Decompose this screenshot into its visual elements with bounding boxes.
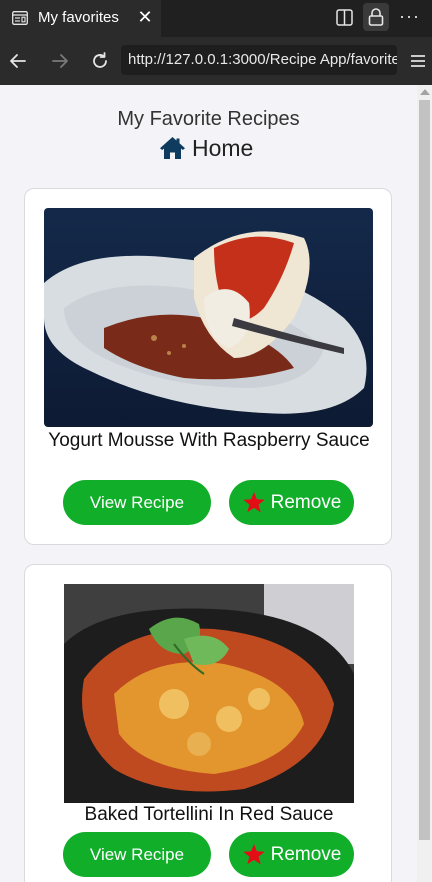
reload-icon[interactable] (90, 51, 110, 71)
recipe-card: Yogurt Mousse With Raspberry Sauce View … (24, 188, 392, 545)
recipe-title: Baked Tortellini In Red Sauce (84, 804, 334, 825)
remove-button[interactable]: Remove (229, 480, 354, 525)
star-icon (242, 844, 265, 865)
close-icon[interactable]: ✕ (136, 7, 154, 27)
browser-navigation-bar: http://127.0.0.1:3000/Recipe App/favorit… (0, 37, 432, 85)
lock-icon (368, 8, 384, 26)
page-content: My Favorite Recipes Home Yogurt Mousse W… (0, 85, 417, 882)
recipe-title: Yogurt Mousse With Raspberry Sauce (48, 430, 370, 451)
address-bar[interactable]: http://127.0.0.1:3000/Recipe App/favorit… (121, 45, 397, 75)
vertical-scrollbar[interactable] (417, 85, 432, 882)
remove-button[interactable]: Remove (229, 832, 354, 877)
star-icon (242, 492, 265, 513)
recipe-image (44, 208, 373, 427)
recipe-card: Baked Tortellini In Red Sauce View Recip… (24, 564, 392, 882)
back-arrow-icon[interactable] (8, 51, 28, 71)
browser-tab[interactable]: My favorites ✕ (0, 0, 161, 37)
remove-label: Remove (270, 491, 342, 513)
forward-arrow-icon[interactable] (50, 51, 70, 71)
remove-label: Remove (270, 843, 342, 865)
menu-icon[interactable] (408, 51, 428, 71)
tab-page-icon (12, 11, 28, 25)
view-recipe-button[interactable]: View Recipe (63, 480, 211, 525)
lock-button[interactable] (363, 3, 389, 31)
scroll-up-arrow-icon[interactable] (420, 89, 430, 95)
home-icon (160, 137, 185, 159)
page-title: My Favorite Recipes (117, 108, 300, 130)
split-screen-icon[interactable] (336, 9, 353, 26)
tab-title: My favorites (38, 9, 119, 26)
home-label: Home (192, 134, 254, 161)
url-text: http://127.0.0.1:3000/Recipe App/favorit… (128, 51, 397, 68)
scrollbar-thumb[interactable] (419, 100, 430, 840)
home-link[interactable]: Home (159, 134, 253, 162)
view-recipe-button[interactable]: View Recipe (63, 832, 211, 877)
more-icon[interactable]: ··· (399, 6, 419, 26)
recipe-image (64, 584, 354, 803)
browser-tab-strip: My favorites ✕ ··· (0, 0, 432, 37)
